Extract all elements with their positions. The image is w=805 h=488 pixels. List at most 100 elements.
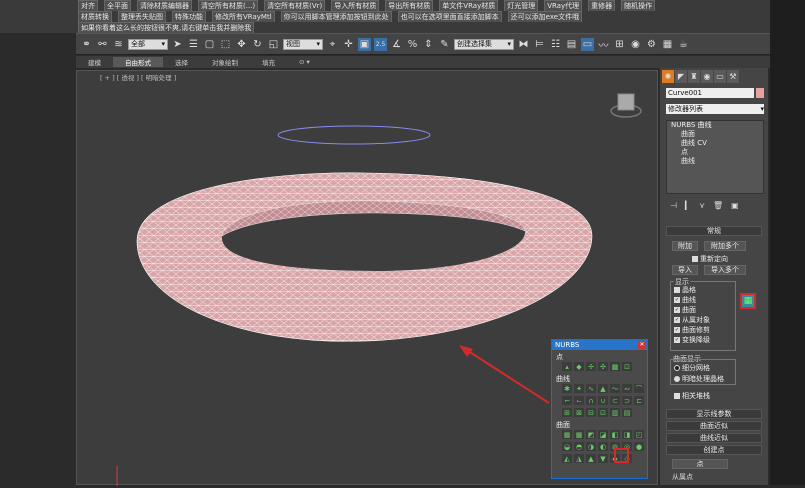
render-icon[interactable]: ☕ [677,38,690,51]
display-checkbox[interactable]: ✓ 曲线 [674,295,696,305]
display-checkbox[interactable]: ✓ 曲面 [674,305,696,315]
surface-approx-rollout[interactable]: 曲面近似 [666,421,762,431]
rect-selection-icon[interactable]: ▢ [203,38,216,51]
script-menu-button[interactable]: 随机操作 [621,0,656,12]
reorient-checkbox[interactable]: 重新定向 [692,254,728,264]
object-name-field[interactable]: Curve001 [666,88,754,98]
fillet-curve-icon[interactable]: ⌙ [574,396,584,405]
checkbox-box[interactable]: ✓ [674,307,680,313]
motion-tab-icon[interactable]: ◉ [701,70,713,83]
manipulate-icon[interactable]: ✛ [342,38,355,51]
render-frame-icon[interactable]: ▦ [661,38,674,51]
schematic-view-icon[interactable]: ⊞ [613,38,626,51]
multicurve-trim-icon[interactable]: ◭ [562,454,572,463]
surface-offset-curve-icon[interactable]: ⊟ [586,408,596,417]
stack-item-sublevel[interactable]: 点 [667,148,763,157]
pin-stack-icon[interactable]: ⊣ [670,201,677,210]
script-menu-button[interactable]: 重修器 [588,0,616,12]
script-menu-button[interactable]: 你可以用脚本管理添加按钮到此处 [280,10,392,23]
curve-editor-icon[interactable]: 〰 [597,38,610,52]
reference-coord-dropdown[interactable]: 视图 ▾ [283,38,323,50]
display-checkbox[interactable]: ✓ 从属对象 [674,315,710,325]
pivot-icon[interactable]: ⌖ [326,38,339,51]
ribbon-tab[interactable]: 选择 [163,57,200,67]
curve-point-icon[interactable]: ✢ [586,362,596,371]
ribbon-tab[interactable]: 建模 [76,57,113,67]
display-checkbox[interactable]: ✓ 变换降级 [674,335,710,345]
move-icon[interactable]: ✥ [235,38,248,51]
cv-curve-icon[interactable]: ✱ [562,384,572,393]
script-menu-button[interactable]: 也可以在选项里面直接添加脚本 [397,10,502,23]
nurbs-toolbox-title[interactable]: NURBS [552,340,647,350]
utilities-tab-icon[interactable]: ⚒ [727,70,739,83]
checkbox-box[interactable]: ✓ [674,297,680,303]
configure-sets-icon[interactable]: ▣ [731,201,739,210]
import-multiple-button[interactable]: 导入多个 [704,265,746,275]
viewport-label[interactable]: [ + ] [ 透视 ] [ 明暗处理 ] [100,72,176,82]
curve-tool-extra-icon[interactable]: ▥ [610,408,620,417]
display-line-params-rollout[interactable]: 显示线参数 [666,409,762,419]
u-loft-surface-icon[interactable]: ◐ [598,442,608,451]
normal-proj-curve-icon[interactable]: ⊃ [622,396,632,405]
point-surface-icon[interactable]: ▩ [574,430,584,439]
named-selection-dropdown[interactable]: 创建选择集 ▾ [454,38,514,50]
stack-item-base[interactable]: NURBS 曲线 [667,121,763,130]
display-checkbox[interactable]: ✓ 曲面修剪 [674,325,710,335]
keyboard-shortcut-icon[interactable]: ▣ [358,37,371,51]
attach-multiple-button[interactable]: 附加多个 [704,241,746,251]
display-checkbox[interactable]: 晶格 [674,285,696,295]
surface-tool-a-icon[interactable]: ▲ [586,454,596,463]
multisided-blend-icon[interactable]: ● [634,442,644,451]
offset-surface-icon[interactable]: ◧ [610,430,620,439]
spinner-snap-icon[interactable]: ⇕ [422,38,435,51]
transform-curve-icon[interactable]: ▲ [598,384,608,393]
surface-point-icon[interactable]: ▩ [610,362,620,371]
cv-surface-icon[interactable]: ▦ [562,430,572,439]
tessellated-mesh-radio[interactable]: 细分网格 [674,363,710,373]
surface-edge-curve-icon[interactable]: ⊡ [598,408,608,417]
checkbox-box[interactable]: ✓ [674,317,680,323]
vector-proj-curve-icon[interactable]: ⊏ [634,396,644,405]
stack-item-sublevel[interactable]: 曲面 [667,130,763,139]
fit-curve-icon[interactable]: ∿ [586,384,596,393]
ribbon-tab[interactable]: 自由形式 [113,57,163,67]
bind-spacewarp-icon[interactable]: ≋ [112,38,125,51]
window-crossing-icon[interactable]: ⬚ [219,38,232,51]
script-menu-button[interactable]: 还可以添加exe文件哦 [507,10,583,23]
select-object-icon[interactable]: ➤ [171,38,184,51]
scale-icon[interactable]: ◱ [267,38,280,51]
modify-tab-icon[interactable]: ◤ [675,70,687,83]
unlink-icon[interactable]: ⚯ [96,38,109,51]
checkbox-box[interactable]: ✓ [674,327,680,333]
point-button[interactable]: 点 [672,459,728,469]
surf-surf-intersect-icon[interactable]: ∩ [586,396,596,405]
render-setup-icon[interactable]: ⚙ [645,38,658,51]
relational-stack-checkbox[interactable]: 相关堆栈 [674,391,710,401]
shaded-lattice-radio[interactable]: 明暗处理晶格 [674,374,724,384]
curve-approx-rollout[interactable]: 曲线近似 [666,433,762,443]
attach-button[interactable]: 附加 [672,241,698,251]
select-by-name-icon[interactable]: ☰ [187,38,200,51]
snap-toggle-icon[interactable]: 2.5 [374,37,387,51]
script-menu-button[interactable]: 如果你看着这么长的按钮很不爽,请右键单击我并删除我 [78,21,255,34]
create-points-rollout[interactable]: 创建点 [666,445,762,455]
stack-item-sublevel[interactable]: 曲线 CV [667,139,763,148]
nurbs-curve-ellipse[interactable] [277,125,431,145]
checkbox-box[interactable] [674,287,680,293]
hierarchy-tab-icon[interactable]: ♜ [688,70,700,83]
fillet-surface-icon[interactable]: ◮ [574,454,584,463]
ribbon-tab[interactable]: 填充 [250,57,287,67]
point-on-surface-icon[interactable]: ⊠ [574,408,584,417]
cv-on-surface-icon[interactable]: ⊞ [562,408,572,417]
curve-curve-point-icon[interactable]: ✣ [598,362,608,371]
chamfer-curve-icon[interactable]: ⌐ [562,396,572,405]
angle-snap-icon[interactable]: ∡ [390,38,403,51]
surface-tool-b-icon[interactable]: ▼ [598,454,608,463]
u-iso-curve-icon[interactable]: ∪ [598,396,608,405]
show-end-result-icon[interactable]: ▎ [685,201,691,210]
lathe-surface-icon[interactable]: ◒ [562,442,572,451]
layer-manager-icon[interactable]: ☷ [549,38,562,51]
surf-curve-point-icon[interactable]: ⊡ [622,362,632,371]
mirror-curve-icon[interactable]: ⌒ [634,384,644,393]
general-rollout-header[interactable]: 常规 [666,226,762,236]
